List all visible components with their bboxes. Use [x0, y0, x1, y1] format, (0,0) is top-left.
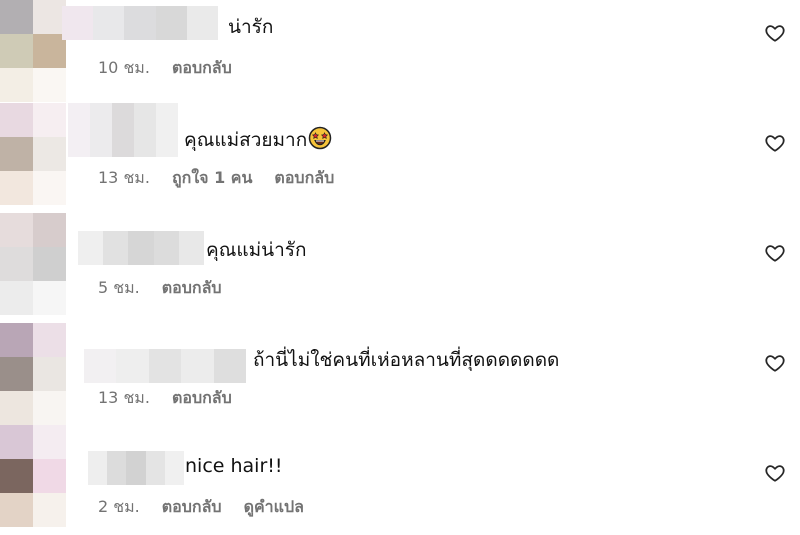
avatar-pixel [33, 137, 66, 171]
heart-icon[interactable] [764, 462, 786, 484]
avatar-pixel [33, 357, 66, 391]
avatar-pixel [33, 493, 66, 527]
avatar[interactable] [0, 213, 66, 319]
username-blur-block [134, 103, 156, 157]
avatar[interactable] [0, 0, 66, 106]
avatar-pixel [0, 459, 33, 493]
username-blur-block [181, 349, 214, 383]
comment-time: 13 ชม. [98, 168, 150, 187]
avatar-pixel [0, 357, 33, 391]
username-blurred[interactable] [84, 349, 247, 383]
username-blur-block [148, 349, 182, 383]
comment-text: คุณแม่น่ารัก [206, 239, 307, 261]
reply-link[interactable]: ตอบกลับ [274, 166, 334, 191]
avatar-pixel [0, 34, 33, 68]
avatar-pixel [0, 0, 33, 34]
username-blur-block [112, 103, 134, 157]
username-blur-block [164, 451, 185, 485]
avatar-pixel [33, 247, 66, 281]
username-blur-block [156, 103, 178, 157]
username-blur-block [107, 451, 127, 485]
username-blur-block [126, 451, 146, 485]
username-blur-block [103, 231, 129, 265]
avatar-pixel [0, 425, 33, 459]
username-blur-block [145, 451, 165, 485]
heart-icon[interactable] [764, 242, 786, 264]
comment-text: คุณแม่สวยมาก [184, 125, 332, 155]
avatar-pixel [0, 68, 33, 102]
reply-link[interactable]: ตอบกลับ [162, 495, 222, 520]
comment-time: 2 ชม. [98, 497, 140, 516]
reply-link[interactable]: ตอบกลับ [162, 276, 222, 301]
comment-text: น่ารัก [228, 16, 274, 38]
username-blurred[interactable] [88, 451, 185, 485]
username-blur-block [93, 6, 125, 40]
avatar-pixel [33, 391, 66, 425]
comment-time: 13 ชม. [98, 388, 150, 407]
comment-text: ถ้านี่ไม่ใช่คนที่เห่อหลานที่สุดดดดดดด [253, 349, 560, 371]
comment-meta: 2 ชม. ตอบกลับ ดูคำแปล [98, 495, 304, 520]
avatar-pixel [33, 281, 66, 315]
username-blur-block [88, 451, 108, 485]
username-blur-block [90, 103, 112, 157]
username-blurred[interactable] [62, 6, 219, 40]
heart-icon[interactable] [764, 132, 786, 154]
username-blurred[interactable] [68, 103, 178, 157]
avatar-pixel [33, 68, 66, 102]
comment-item: คุณแม่น่ารัก 5 ชม. ตอบกลับ [0, 213, 800, 323]
avatar[interactable] [0, 425, 66, 531]
username-blur-block [155, 6, 187, 40]
username-blur-block [68, 103, 90, 157]
avatar-pixel [0, 493, 33, 527]
avatar-pixel [0, 323, 33, 357]
username-blur-block [78, 231, 104, 265]
comment-meta: 13 ชม. ตอบกลับ [98, 386, 232, 411]
avatar-pixel [33, 213, 66, 247]
comment-item: nice hair!! 2 ชม. ตอบกลับ ดูคำแปล [0, 425, 800, 535]
comment-time: 5 ชม. [98, 278, 140, 297]
username-blur-block [186, 6, 219, 40]
avatar-pixel [33, 425, 66, 459]
avatar-pixel [33, 171, 66, 205]
avatar[interactable] [0, 103, 66, 209]
avatar-pixel [0, 137, 33, 171]
comment-text: nice hair!! [185, 455, 283, 477]
avatar-pixel [33, 459, 66, 493]
avatar-pixel [33, 103, 66, 137]
translate-link[interactable]: ดูคำแปล [244, 495, 304, 520]
avatar-pixel [0, 171, 33, 205]
username-blur-block [153, 231, 179, 265]
reply-link[interactable]: ตอบกลับ [172, 386, 232, 411]
comment-item: คุณแม่สวยมาก 13 ชม. ถูกใจ 1 คน ตอบกลับ [0, 103, 800, 213]
avatar-pixel [33, 323, 66, 357]
username-blur-block [178, 231, 205, 265]
likes-count[interactable]: ถูกใจ 1 คน [172, 166, 252, 191]
comment-time: 10 ชม. [98, 58, 150, 77]
comment-item: ถ้านี่ไม่ใช่คนที่เห่อหลานที่สุดดดดดดด 13… [0, 323, 800, 433]
avatar-pixel [0, 213, 33, 247]
avatar-pixel [0, 391, 33, 425]
comment-item: น่ารัก 10 ชม. ตอบกลับ [0, 0, 800, 110]
star-struck-emoji-icon [308, 126, 332, 155]
avatar[interactable] [0, 323, 66, 429]
heart-icon[interactable] [764, 22, 786, 44]
avatar-pixel [0, 247, 33, 281]
comment-meta: 10 ชม. ตอบกลับ [98, 56, 232, 81]
heart-icon[interactable] [764, 352, 786, 374]
username-blurred[interactable] [78, 231, 205, 265]
username-blur-block [116, 349, 149, 383]
reply-link[interactable]: ตอบกลับ [172, 56, 232, 81]
avatar-pixel [0, 103, 33, 137]
username-blur-block [213, 349, 247, 383]
username-blur-block [124, 6, 156, 40]
username-blur-block [62, 6, 94, 40]
username-blur-block [128, 231, 154, 265]
username-blur-block [84, 349, 117, 383]
avatar-pixel [0, 281, 33, 315]
comment-meta: 13 ชม. ถูกใจ 1 คน ตอบกลับ [98, 166, 334, 191]
comment-meta: 5 ชม. ตอบกลับ [98, 276, 222, 301]
